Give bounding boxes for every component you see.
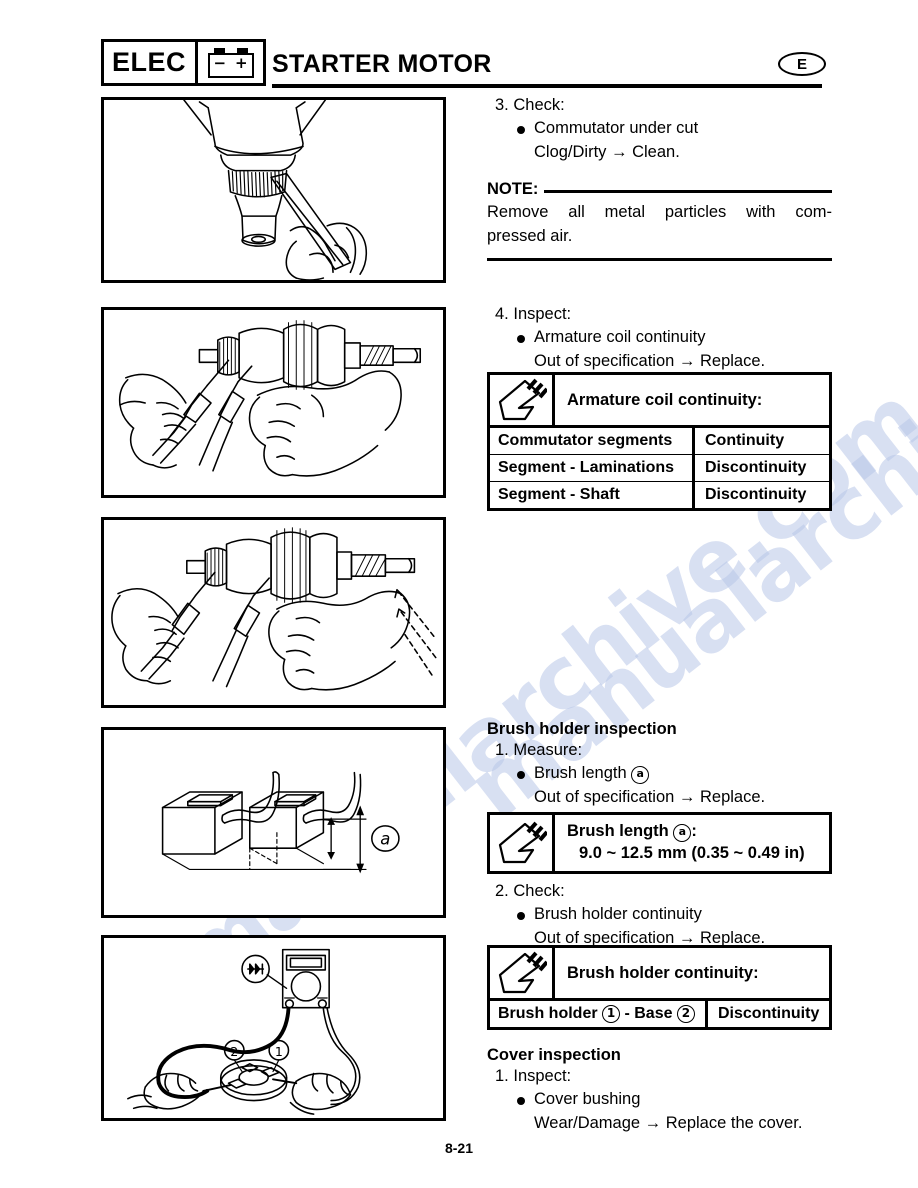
brush-step-2-heading: 2. Check: — [487, 880, 832, 903]
brush-step-1-heading: 1. Measure: — [487, 739, 832, 762]
brush-step-1-result: Out of specification → Replace. — [534, 787, 766, 806]
armature-table-header: Armature coil continuity: — [490, 375, 829, 428]
brush-length-value: 9.0 ~ 12.5 mm (0.35 ~ 0.49 in) — [579, 844, 805, 863]
callout-2: 2 — [676, 1005, 695, 1023]
table-row: Brush holder 1 - Base 2 Discontinuity — [490, 1001, 829, 1027]
row-label: Segment - Shaft — [490, 482, 695, 508]
brush-holder-continuity-table: Brush holder continuity: Brush holder 1 … — [487, 945, 832, 1030]
note-line-2: pressed air. — [487, 226, 573, 245]
page-header: ELEC − + STARTER MOTOR E — [0, 0, 918, 92]
page-number: 8-21 — [444, 1140, 474, 1156]
row-label: Commutator segments — [490, 428, 695, 454]
table-row: Segment - Shaft Discontinuity — [490, 481, 829, 508]
brush-step-2-number: 2. — [495, 882, 509, 900]
note-line-1: Remove all metal particles with com- — [487, 203, 832, 222]
note-body: Remove all metal particles with com- pre… — [487, 201, 832, 248]
armature-segment-continuity-figure — [101, 307, 446, 498]
pocket-tester-icon — [490, 815, 555, 872]
pocket-tester-icon — [490, 948, 555, 998]
cover-step-1-result: Wear/Damage → Replace the cover. — [534, 1113, 803, 1132]
step-4-block: 4. Inspect: Armature coil continuity Out… — [487, 303, 832, 373]
step-3-result: Clog/Dirty → Clean. — [534, 142, 680, 161]
table-row: Segment - Laminations Discontinuity — [490, 454, 829, 481]
note-label: NOTE: — [487, 180, 539, 199]
brush-step-1-bullet: Brush length a — [517, 762, 832, 785]
brush-holder-table-header: Brush holder continuity: — [490, 948, 829, 1001]
brush-step-1-bullet-text: Brush length — [534, 764, 632, 783]
cover-inspection-block: Cover inspection 1. Inspect: Cover bushi… — [487, 1046, 832, 1135]
step-3-bullet: Commutator under cut — [517, 117, 832, 140]
step-3-heading: 3. Check: — [487, 94, 832, 117]
brush-length-title-suffix: : — [691, 822, 697, 840]
cover-step-1-number: 1. — [495, 1067, 509, 1085]
page-title: STARTER MOTOR — [272, 50, 492, 78]
step-4-heading: 4. Inspect: — [487, 303, 832, 326]
section-code-label: ELEC — [112, 47, 187, 77]
row-label-prefix: Brush holder — [498, 1005, 603, 1022]
step-4-action: Inspect: — [513, 305, 572, 323]
step-3-number: 3. — [495, 96, 509, 114]
row-label: Brush holder 1 - Base 2 — [490, 1001, 708, 1027]
step-3-action: Check: — [513, 96, 565, 114]
svg-text:2: 2 — [230, 1044, 238, 1059]
row-value: Discontinuity — [705, 486, 807, 503]
step-4-result: Out of specification → Replace. — [534, 351, 766, 370]
step-4-number: 4. — [495, 305, 509, 323]
row-label-middle: - Base — [620, 1005, 677, 1022]
step-3-block: 3. Check: Commutator under cut Clog/Dirt… — [487, 94, 832, 262]
brush-step-2-bullet: Brush holder continuity — [517, 903, 832, 926]
note-bottom-rule — [487, 258, 832, 262]
battery-plus-sign: + — [234, 53, 248, 72]
note-block: NOTE: Remove all metal particles with co… — [487, 180, 832, 262]
manual-page: manualarchive.com manualarchive.com ELEC… — [0, 0, 918, 1188]
brush-step-2-block: 2. Check: Brush holder continuity Out of… — [487, 880, 832, 950]
note-header: NOTE: — [487, 180, 832, 199]
brush-length-title-prefix: Brush length — [567, 822, 674, 840]
brush-holder-inspection-block: Brush holder inspection 1. Measure: Brus… — [487, 720, 832, 809]
armature-coil-continuity-table: Armature coil continuity: Commutator seg… — [487, 372, 832, 511]
svg-text:a: a — [380, 829, 390, 848]
commutator-undercut-figure — [101, 97, 446, 283]
brush-length-table-header: Brush length a: 9.0 ~ 12.5 mm (0.35 ~ 0.… — [490, 815, 829, 872]
callout-a: a — [673, 824, 692, 842]
brush-holder-table-title: Brush holder continuity: — [567, 963, 759, 982]
brush-holder-inspection-heading: Brush holder inspection — [487, 720, 677, 738]
note-header-rule — [544, 190, 832, 194]
callout-1: 1 — [602, 1005, 621, 1023]
row-value: Discontinuity — [718, 1005, 820, 1022]
table-row: Commutator segments Continuity — [490, 428, 829, 454]
battery-icon: − + — [198, 42, 263, 83]
row-label: Segment - Laminations — [490, 455, 695, 481]
brush-length-figure: a — [101, 727, 446, 918]
section-code-box: ELEC − + — [101, 39, 267, 86]
pocket-tester-icon — [490, 375, 555, 425]
brush-length-table-body: Brush length a: 9.0 ~ 12.5 mm (0.35 ~ 0.… — [555, 815, 829, 871]
armature-table-title: Armature coil continuity: — [567, 390, 763, 409]
row-value: Continuity — [705, 432, 785, 449]
cover-step-1-heading: 1. Inspect: — [487, 1065, 832, 1088]
brush-length-table: Brush length a: 9.0 ~ 12.5 mm (0.35 ~ 0.… — [487, 812, 832, 875]
header-rule — [272, 84, 822, 88]
cover-inspection-heading: Cover inspection — [487, 1046, 621, 1064]
brush-length-title-line: Brush length a: — [567, 820, 829, 842]
brush-step-1-number: 1. — [495, 741, 509, 759]
cover-step-1-bullet: Cover bushing — [517, 1088, 832, 1111]
step-4-bullet: Armature coil continuity — [517, 326, 832, 349]
cover-step-1-action: Inspect: — [513, 1067, 572, 1085]
battery-minus-sign: − — [213, 53, 227, 72]
brush-step-2-action: Check: — [513, 882, 565, 900]
brush-holder-continuity-figure: 1 2 — [101, 935, 446, 1121]
svg-text:1: 1 — [275, 1044, 283, 1059]
armature-segment-laminations-shaft-figure — [101, 517, 446, 708]
language-badge: E — [778, 52, 826, 76]
brush-step-1-action: Measure: — [513, 741, 583, 759]
row-value: Discontinuity — [705, 459, 807, 476]
callout-a: a — [631, 766, 650, 785]
